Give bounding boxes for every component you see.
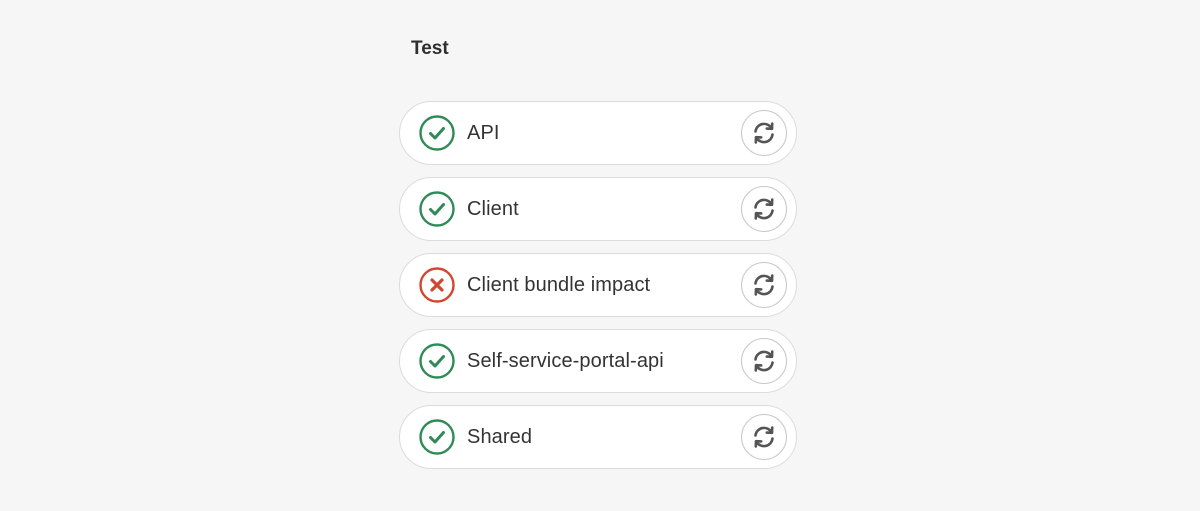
retry-button[interactable] (741, 338, 787, 384)
retry-icon (751, 348, 777, 374)
retry-icon (751, 272, 777, 298)
stage-title: Test (411, 38, 449, 59)
job-item-self-service-portal-api[interactable]: Self-service-portal-api (399, 329, 797, 393)
job-list: API Client Client bundle impact Self-ser… (399, 101, 797, 481)
job-item-shared[interactable]: Shared (399, 405, 797, 469)
x-circle-icon (418, 266, 456, 304)
job-name[interactable]: Client (467, 198, 741, 221)
check-circle-icon (418, 190, 456, 228)
job-name[interactable]: Shared (467, 426, 741, 449)
retry-button[interactable] (741, 262, 787, 308)
retry-button[interactable] (741, 414, 787, 460)
job-item-api[interactable]: API (399, 101, 797, 165)
check-circle-icon (418, 114, 456, 152)
check-circle-icon (418, 342, 456, 380)
retry-icon (751, 424, 777, 450)
job-name[interactable]: Self-service-portal-api (467, 350, 741, 373)
job-name[interactable]: Client bundle impact (467, 274, 741, 297)
job-item-client-bundle-impact[interactable]: Client bundle impact (399, 253, 797, 317)
retry-button[interactable] (741, 186, 787, 232)
retry-icon (751, 120, 777, 146)
job-item-client[interactable]: Client (399, 177, 797, 241)
job-name[interactable]: API (467, 122, 741, 145)
check-circle-icon (418, 418, 456, 456)
retry-button[interactable] (741, 110, 787, 156)
retry-icon (751, 196, 777, 222)
